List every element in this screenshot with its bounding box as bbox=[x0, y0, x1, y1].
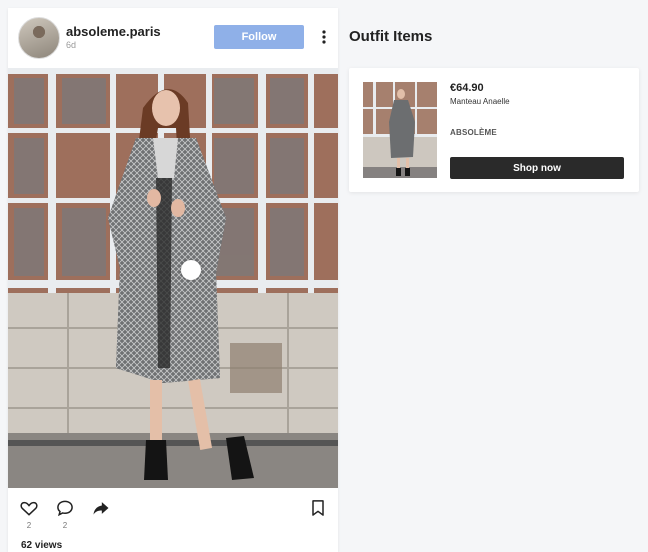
like-count: 2 bbox=[26, 521, 32, 530]
follow-button[interactable]: Follow bbox=[214, 25, 304, 49]
product-thumbnail[interactable] bbox=[363, 82, 437, 178]
post-actions: 2 2 62 views bbox=[8, 490, 338, 552]
post-card: absoleme.paris 6d Follow 2 2 62 views bbox=[8, 8, 338, 552]
outfit-items-title: Outfit Items bbox=[349, 28, 433, 45]
product-name[interactable]: Manteau Anaelle bbox=[450, 97, 510, 106]
view-count: 62 views bbox=[21, 540, 63, 551]
avatar[interactable] bbox=[18, 17, 60, 59]
heart-icon[interactable] bbox=[19, 498, 39, 518]
post-time: 6d bbox=[66, 40, 77, 50]
comment-icon[interactable] bbox=[55, 498, 75, 518]
product-tag-hotspot[interactable] bbox=[181, 260, 201, 280]
product-brand: ABSOLÈME bbox=[450, 128, 497, 137]
bookmark-icon[interactable] bbox=[308, 498, 328, 518]
product-price: €64.90 bbox=[450, 82, 484, 94]
share-icon[interactable] bbox=[91, 498, 111, 518]
outfit-item-card: €64.90 Manteau Anaelle ABSOLÈME Shop now bbox=[349, 68, 639, 192]
post-photo[interactable] bbox=[8, 68, 338, 488]
comment-count: 2 bbox=[62, 521, 68, 530]
shop-now-button[interactable]: Shop now bbox=[450, 157, 624, 179]
more-vertical-icon[interactable] bbox=[318, 28, 330, 46]
username[interactable]: absoleme.paris bbox=[66, 24, 161, 39]
post-header: absoleme.paris 6d Follow bbox=[8, 8, 338, 68]
